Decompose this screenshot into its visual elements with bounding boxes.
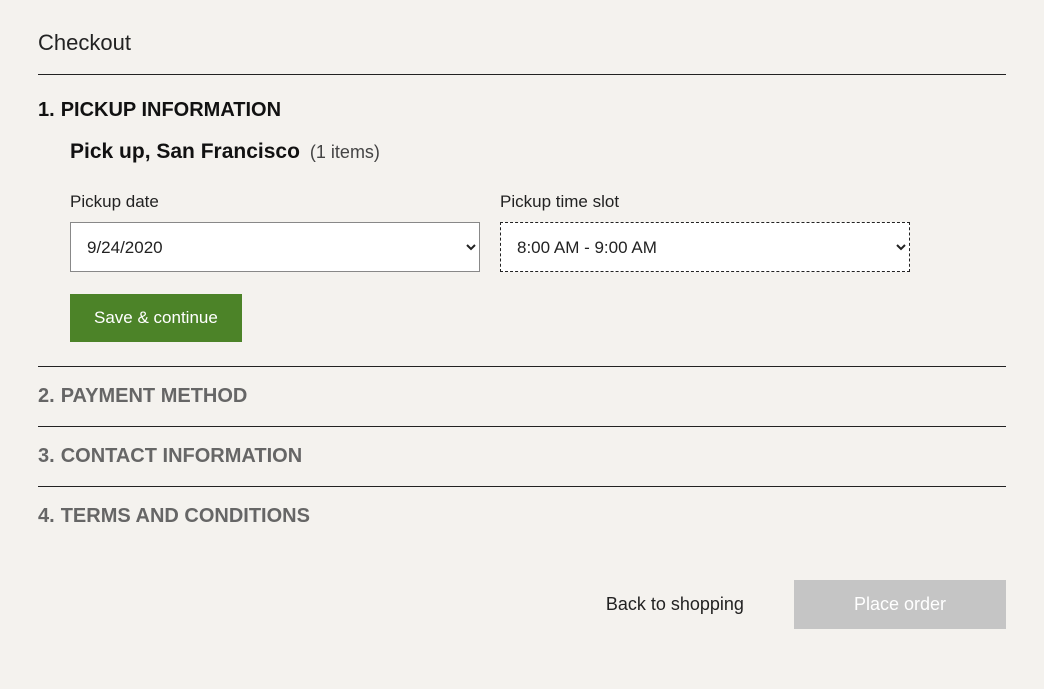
step-header-terms: 4. TERMS AND CONDITIONS: [38, 486, 1006, 546]
save-continue-button[interactable]: Save & continue: [70, 294, 242, 342]
step-number: 4.: [38, 505, 55, 528]
back-to-shopping-link[interactable]: Back to shopping: [606, 594, 744, 615]
step-contact-information[interactable]: 3. CONTACT INFORMATION: [38, 426, 1006, 486]
step-header-pickup: 1. PICKUP INFORMATION: [38, 99, 1006, 140]
step-number: 3.: [38, 445, 55, 468]
step-payment-method[interactable]: 2. PAYMENT METHOD: [38, 366, 1006, 426]
pickup-timeslot-label: Pickup time slot: [500, 192, 910, 212]
pickup-date-select[interactable]: 9/24/2020: [70, 222, 480, 272]
step-header-contact: 3. CONTACT INFORMATION: [38, 426, 1006, 486]
page-title: Checkout: [38, 30, 1006, 75]
step-title: CONTACT INFORMATION: [61, 445, 302, 468]
items-count: (1 items): [310, 142, 380, 163]
pickup-form-row: Pickup date 9/24/2020 Pickup time slot 8…: [70, 192, 1006, 272]
place-order-button[interactable]: Place order: [794, 580, 1006, 629]
pickup-location-line: Pick up, San Francisco (1 items): [70, 140, 1006, 164]
step-body-pickup: Pick up, San Francisco (1 items) Pickup …: [38, 140, 1006, 366]
pickup-location: Pick up, San Francisco: [70, 140, 300, 164]
step-terms-and-conditions[interactable]: 4. TERMS AND CONDITIONS: [38, 486, 1006, 546]
step-pickup-information: 1. PICKUP INFORMATION Pick up, San Franc…: [38, 99, 1006, 366]
pickup-date-label: Pickup date: [70, 192, 480, 212]
pickup-date-field: Pickup date 9/24/2020: [70, 192, 480, 272]
step-header-payment: 2. PAYMENT METHOD: [38, 366, 1006, 426]
step-number: 2.: [38, 385, 55, 408]
step-title: TERMS AND CONDITIONS: [61, 505, 310, 528]
step-title: PICKUP INFORMATION: [61, 99, 281, 122]
step-number: 1.: [38, 99, 55, 122]
checkout-actions: Back to shopping Place order: [38, 580, 1006, 629]
step-title: PAYMENT METHOD: [61, 385, 248, 408]
pickup-timeslot-field: Pickup time slot 8:00 AM - 9:00 AM: [500, 192, 910, 272]
pickup-timeslot-select[interactable]: 8:00 AM - 9:00 AM: [500, 222, 910, 272]
